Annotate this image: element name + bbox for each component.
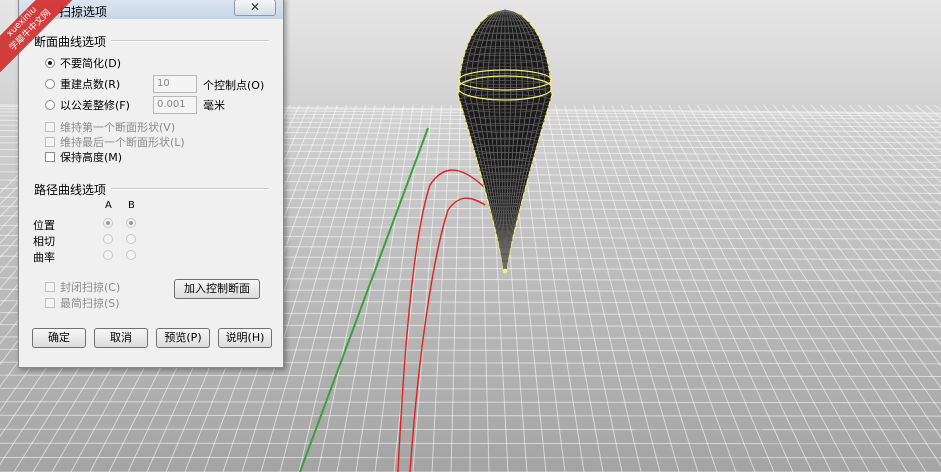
close-icon: ✕ (249, 0, 261, 14)
option-rebuild[interactable]: 重建点数(R) (45, 76, 120, 92)
column-b-header: B (128, 200, 135, 211)
rail-row-position-label: 位置 (33, 219, 55, 232)
option-refit[interactable]: 以公差整修(F) (45, 97, 130, 113)
tangency-a-radio[interactable] (103, 234, 113, 244)
ok-button[interactable]: 确定 (32, 328, 86, 348)
curvature-b-radio[interactable] (126, 250, 136, 260)
help-button[interactable]: 说明(H) (218, 328, 272, 348)
cancel-button[interactable]: 取消 (94, 328, 148, 348)
no-simplify-label: 不要简化(D) (60, 57, 122, 70)
maintain-height-option[interactable]: 保持高度(M) (45, 149, 122, 165)
keep-first-shape-option[interactable]: 维持第一个断面形状(V) (45, 119, 175, 135)
refit-radio[interactable] (45, 100, 55, 110)
rebuild-radio[interactable] (45, 79, 55, 89)
rail-row-curvature-label: 曲率 (33, 251, 55, 264)
profile-options-divider (111, 40, 269, 42)
keep-last-shape-checkbox[interactable] (45, 137, 55, 147)
column-a-header: A (105, 200, 112, 211)
maintain-height-label: 保持高度(M) (60, 151, 123, 164)
maintain-height-checkbox[interactable] (45, 152, 55, 162)
position-a-radio[interactable] (103, 218, 113, 228)
close-button[interactable]: ✕ (234, 0, 276, 16)
refit-tolerance-input[interactable]: 0.001 (153, 96, 197, 114)
refit-label: 以公差整修(F) (60, 99, 130, 112)
keep-last-shape-option[interactable]: 维持最后一个断面形状(L) (45, 134, 185, 150)
rebuild-label: 重建点数(R) (60, 78, 121, 91)
tangency-b-radio[interactable] (126, 234, 136, 244)
surface-tip-point (502, 268, 508, 274)
position-b-radio[interactable] (126, 218, 136, 228)
keep-first-shape-checkbox[interactable] (45, 122, 55, 132)
profile-options-title: 断面曲线选项 (34, 35, 107, 49)
add-slash-button[interactable]: 加入控制断面 (174, 279, 260, 299)
simple-sweep-option[interactable]: 最简扫掠(S) (45, 295, 120, 311)
keep-first-shape-label: 维持第一个断面形状(V) (60, 121, 176, 134)
simple-sweep-checkbox[interactable] (45, 298, 55, 308)
keep-last-shape-label: 维持最后一个断面形状(L) (60, 136, 185, 149)
simple-sweep-label: 最简扫掠(S) (60, 297, 120, 310)
sweep-options-dialog: 扫掠选项 ✕ 断面曲线选项 不要简化(D) 重建点数(R) 10 个控制点(O)… (18, 0, 284, 368)
rebuild-unit-label: 个控制点(O) (203, 79, 265, 92)
tolerance-unit-label: 毫米 (203, 99, 225, 112)
option-no-simplify[interactable]: 不要简化(D) (45, 55, 121, 71)
preview-button[interactable]: 预览(P) (156, 328, 210, 348)
no-simplify-radio[interactable] (45, 58, 55, 68)
closed-sweep-label: 封闭扫掠(C) (60, 281, 121, 294)
curvature-a-radio[interactable] (103, 250, 113, 260)
closed-sweep-checkbox[interactable] (45, 282, 55, 292)
rebuild-points-input[interactable]: 10 (153, 75, 197, 93)
rail-options-title: 路径曲线选项 (34, 183, 107, 197)
rail-options-divider (111, 188, 269, 190)
closed-sweep-option[interactable]: 封闭扫掠(C) (45, 279, 120, 295)
rail-row-tangency-label: 相切 (33, 235, 55, 248)
dialog-body: 断面曲线选项 不要简化(D) 重建点数(R) 10 个控制点(O) 以公差整修(… (19, 19, 283, 367)
